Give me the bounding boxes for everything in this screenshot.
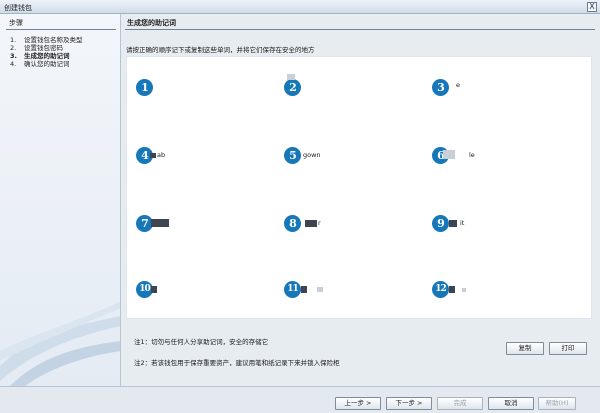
mnemonic-panel: 1 2 3 e 4 ab 5 gown 6 le 7 8 r 9 it 10 1… [126,56,592,319]
help-button[interactable]: 帮助(H) [538,397,576,410]
mnemonic-word: it [460,219,465,227]
step-label: 设置钱包名称及类型 [24,36,83,44]
step-label: 确认您的助记词 [24,60,70,68]
steps-sidebar: 步骤 1. 设置钱包名称及类型 2. 设置钱包密码 3. 生成您的助记词 4. 确认您的… [0,14,121,386]
print-button[interactable]: 打印 [549,342,587,355]
mnemonic-word-cell: 3 e [432,79,572,97]
decorative-swirl [0,301,120,386]
word-number-badge: 11 [284,281,301,298]
mnemonic-word-cell: 1 [136,79,276,97]
word-number-badge: 3 [432,79,449,96]
step-label: 设置钱包密码 [24,44,63,52]
mnemonic-word-cell: 2 [284,74,424,97]
mnemonic-word-cell: 11 [284,281,424,299]
mnemonic-word-cell: 5 gown [284,147,424,165]
main-content: 生成您的助记词 请按正确的顺序记下或复制这些单词，并将它们保存在安全的地方 1 … [121,14,600,386]
step-item: 1. 设置钱包名称及类型 [10,36,83,44]
next-button[interactable]: 下一步 > [386,397,432,410]
word-number-badge: 5 [284,147,301,164]
word-number-badge: 9 [432,215,449,232]
steps-list: 1. 设置钱包名称及类型 2. 设置钱包密码 3. 生成您的助记词 4. 确认您的助记词 [10,36,83,68]
word-number-badge: 1 [136,79,153,96]
window-title: 创建钱包 [4,4,32,12]
mnemonic-word-cell: 6 le [432,147,572,165]
mnemonic-word: r [318,219,321,227]
close-button[interactable]: X [587,2,597,12]
steps-heading: 步骤 [9,19,23,27]
blurred-word [150,153,156,158]
blurred-word [151,286,157,293]
mnemonic-word: gown [303,151,321,159]
blurred-word [287,74,295,80]
step-number: 2. [10,44,17,52]
step-label: 生成您的助记词 [24,52,70,60]
mnemonic-word-cell: 10 [136,281,276,299]
mnemonic-word-cell: 4 ab [136,147,276,165]
blurred-word [151,219,169,227]
wizard-footer: 上一步 > 下一步 > 完成 取消 帮助(H) [0,386,600,413]
word-number-badge: 12 [432,281,449,298]
cancel-button[interactable]: 取消 [488,397,534,410]
blurred-word [301,286,307,293]
mnemonic-word-cell: 9 it [432,215,572,233]
title-bar: 创建钱包 X [0,0,600,14]
sidebar-divider [6,29,116,30]
step-item-current: 3. 生成您的助记词 [10,52,83,60]
blurred-word [317,287,323,292]
mnemonic-word-cell: 8 r [284,215,424,233]
mnemonic-word: le [469,151,475,159]
note-1: 注1：切勿与任何人分享助记词，安全的存储它 [134,338,269,346]
mnemonic-word-cell: 12 [432,281,572,299]
blurred-word [449,286,455,293]
step-item: 2. 设置钱包密码 [10,44,83,52]
instruction-text: 请按正确的顺序记下或复制这些单词，并将它们保存在安全的地方 [126,46,315,54]
step-number: 1. [10,36,17,44]
blurred-word [462,288,466,292]
step-number: 3. [10,52,17,60]
content-divider [125,29,595,30]
step-number: 4. [10,60,17,68]
blurred-word [305,220,317,227]
mnemonic-word-cell: 7 [136,215,276,233]
blurred-word [449,220,457,227]
copy-button[interactable]: 复制 [506,342,544,355]
blurred-word [443,150,455,159]
finish-button[interactable]: 完成 [437,397,483,410]
page-title: 生成您的助记词 [127,19,176,27]
mnemonic-word: e [456,81,460,89]
note-2: 注2：若该钱包用于保存重要资产，建议用笔和纸记录下来并锁入保险柜 [134,359,340,367]
mnemonic-word: ab [157,151,166,159]
word-number-badge: 8 [284,215,301,232]
step-item: 4. 确认您的助记词 [10,60,83,68]
word-number-badge: 2 [284,79,301,96]
previous-button[interactable]: 上一步 > [335,397,381,410]
